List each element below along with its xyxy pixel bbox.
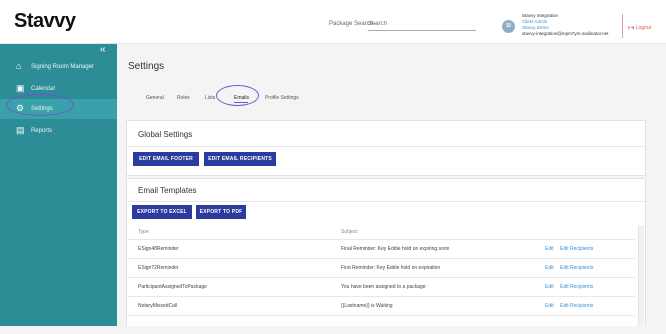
email-templates-title: Email Templates (138, 186, 197, 195)
sidebar-item-label: Calendar (31, 86, 56, 92)
column-header-subject[interactable]: Subject (341, 229, 358, 235)
user-email: stavvy-integration@mpm7ym.mailinator.net (522, 31, 609, 36)
edit-email-footer-button[interactable]: EDIT EMAIL FOOTER (133, 152, 199, 166)
tab-roles[interactable]: Roles (177, 95, 190, 101)
top-header: Stavvy Package Search - SI Stavvy Integr… (0, 0, 666, 44)
export-to-pdf-button[interactable]: EXPORT TO PDF (196, 205, 246, 219)
email-templates-card: Email Templates EXPORT TO EXCEL EXPORT T… (126, 178, 646, 326)
sidebar-item-label: Reports (31, 128, 53, 134)
edit-link[interactable]: Edit (545, 284, 554, 290)
template-type: ParticipantAssignedToPackage (138, 284, 207, 290)
sidebar-item-label: Signing Room Manager (31, 64, 95, 70)
stavvy-logo[interactable]: Stavvy (14, 10, 76, 33)
sidebar-item-signing-room-manager[interactable]: ⌂ Signing Room Manager (0, 57, 117, 77)
header-divider (622, 14, 623, 38)
card-divider (127, 146, 645, 147)
table-row (127, 315, 635, 334)
edit-recipients-link[interactable]: Edit Recipients (560, 303, 593, 309)
emails-tab-highlight-annotation (216, 85, 259, 106)
calendar-icon: ▣ (16, 83, 25, 93)
template-subject: Final Reminder: Key Eddie hold on expiri… (341, 246, 450, 252)
settings-highlight-annotation (6, 94, 74, 116)
sidebar-item-reports[interactable]: ▤ Reports (0, 121, 117, 141)
edit-recipients-link[interactable]: Edit Recipients (560, 246, 593, 252)
tab-profile-settings[interactable]: Profile Settings (265, 95, 299, 101)
template-subject: {{Lastname}} is Waiting (341, 303, 393, 309)
table-row: ESign48Reminder Final Reminder: Key Eddi… (127, 239, 635, 258)
table-row: NotaryMissedCall {{Lastname}} is Waiting… (127, 296, 635, 315)
logout-button[interactable]: ↦Logout (628, 23, 651, 32)
edit-recipients-link[interactable]: Edit Recipients (560, 265, 593, 271)
user-avatar[interactable]: SI (502, 20, 515, 33)
table-row: ESign72Reminder First Reminder: Key Eddi… (127, 258, 635, 277)
logout-icon: ↦ (628, 23, 635, 32)
template-subject: First Reminder: Key Eddie hold on expira… (341, 265, 441, 271)
table-header: Type Subject (127, 224, 635, 238)
package-search-input[interactable] (368, 17, 476, 31)
export-to-excel-button[interactable]: EXPORT TO EXCEL (132, 205, 192, 219)
edit-recipients-link[interactable]: Edit Recipients (560, 284, 593, 290)
global-settings-card: Global Settings EDIT EMAIL FOOTER EDIT E… (126, 120, 646, 176)
reports-icon: ▤ (16, 125, 25, 135)
global-settings-title: Global Settings (138, 130, 193, 139)
user-info: Stavvy Integration Client Admin Stavvy D… (522, 13, 608, 37)
collapse-sidebar-icon[interactable]: « (100, 44, 106, 55)
card-divider (127, 201, 645, 202)
home-icon: ⌂ (16, 61, 22, 71)
table-row: ParticipantAssignedToPackage You have be… (127, 277, 635, 296)
tab-general[interactable]: General (146, 95, 164, 101)
edit-email-recipients-button[interactable]: EDIT EMAIL RECIPIENTS (204, 152, 276, 166)
template-type: NotaryMissedCall (138, 303, 178, 309)
template-type: ESign72Reminder (138, 265, 179, 271)
tab-lists[interactable]: Lists (205, 95, 215, 101)
page-title: Settings (128, 61, 165, 72)
template-subject: You have been assigned to a package (341, 284, 426, 290)
logout-label: Logout (635, 24, 651, 31)
template-type: ESign48Reminder (138, 246, 179, 252)
table-scrollbar[interactable] (638, 225, 644, 326)
edit-link[interactable]: Edit (545, 265, 554, 271)
edit-link[interactable]: Edit (545, 303, 554, 309)
edit-link[interactable]: Edit (545, 246, 554, 252)
column-header-type[interactable]: Type (138, 229, 149, 235)
